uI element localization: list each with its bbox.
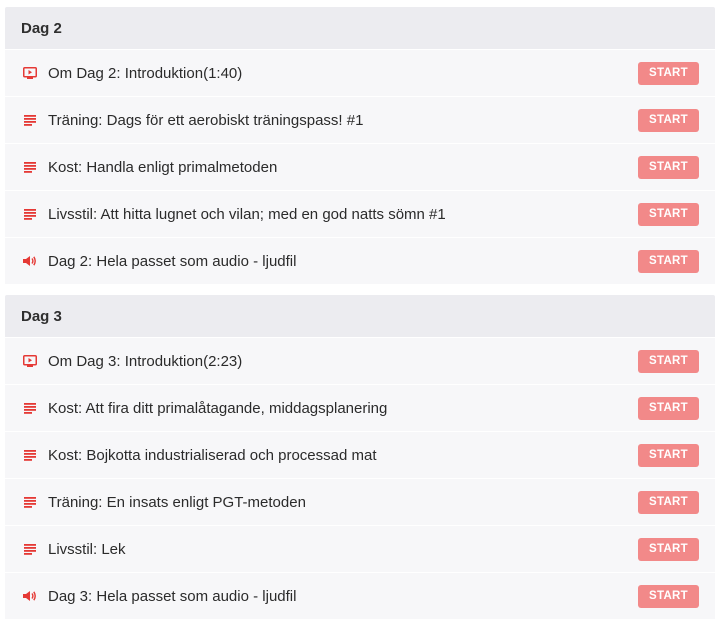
start-button[interactable]: START: [638, 249, 699, 273]
lesson-row[interactable]: Träning: En insats enligt PGT-metoden ST…: [5, 478, 715, 525]
text-lines-icon: [23, 401, 37, 415]
audio-icon: [23, 254, 37, 268]
lesson-title[interactable]: Kost: Bojkotta industrialiserad och proc…: [48, 447, 638, 464]
text-lines-icon: [23, 448, 37, 462]
section-title: Dag 2: [5, 7, 715, 49]
text-lines-icon: [23, 160, 37, 174]
lesson-title[interactable]: Livsstil: Att hitta lugnet och vilan; me…: [48, 206, 638, 223]
lesson-row[interactable]: Kost: Handla enligt primalmetoden START: [5, 143, 715, 190]
start-button[interactable]: START: [638, 61, 699, 85]
lesson-title[interactable]: Om Dag 3: Introduktion(2:23): [48, 353, 638, 370]
start-button[interactable]: START: [638, 202, 699, 226]
start-button[interactable]: START: [638, 490, 699, 514]
lesson-title[interactable]: Om Dag 2: Introduktion(1:40): [48, 65, 638, 82]
text-lines-icon: [23, 207, 37, 221]
start-button[interactable]: START: [638, 349, 699, 373]
start-button[interactable]: START: [638, 155, 699, 179]
lesson-title[interactable]: Livsstil: Lek: [48, 541, 638, 558]
lesson-row[interactable]: Träning: Dags för ett aerobiskt tränings…: [5, 96, 715, 143]
lesson-row[interactable]: Livsstil: Att hitta lugnet och vilan; me…: [5, 190, 715, 237]
start-button[interactable]: START: [638, 443, 699, 467]
lesson-title[interactable]: Kost: Handla enligt primalmetoden: [48, 159, 638, 176]
lesson-title[interactable]: Kost: Att fira ditt primalåtagande, midd…: [48, 400, 638, 417]
section-dag-2: Dag 2 Om Dag 2: Introduktion(1:40) START…: [5, 7, 715, 284]
lesson-row[interactable]: Kost: Att fira ditt primalåtagande, midd…: [5, 384, 715, 431]
lesson-row[interactable]: Livsstil: Lek START: [5, 525, 715, 572]
video-icon: [23, 354, 37, 368]
lesson-row[interactable]: Kost: Bojkotta industrialiserad och proc…: [5, 431, 715, 478]
section-dag-3: Dag 3 Om Dag 3: Introduktion(2:23) START…: [5, 295, 715, 619]
video-icon: [23, 66, 37, 80]
start-button[interactable]: START: [638, 537, 699, 561]
lesson-title[interactable]: Träning: En insats enligt PGT-metoden: [48, 494, 638, 511]
text-lines-icon: [23, 495, 37, 509]
lesson-row[interactable]: Dag 3: Hela passet som audio - ljudfil S…: [5, 572, 715, 619]
audio-icon: [23, 589, 37, 603]
text-lines-icon: [23, 113, 37, 127]
start-button[interactable]: START: [638, 396, 699, 420]
lesson-title[interactable]: Träning: Dags för ett aerobiskt tränings…: [48, 112, 638, 129]
lesson-row[interactable]: Om Dag 2: Introduktion(1:40) START: [5, 49, 715, 96]
start-button[interactable]: START: [638, 584, 699, 608]
lesson-row[interactable]: Om Dag 3: Introduktion(2:23) START: [5, 337, 715, 384]
section-title: Dag 3: [5, 295, 715, 337]
lesson-title[interactable]: Dag 2: Hela passet som audio - ljudfil: [48, 253, 638, 270]
text-lines-icon: [23, 542, 37, 556]
course-curriculum: Dag 2 Om Dag 2: Introduktion(1:40) START…: [0, 0, 721, 619]
start-button[interactable]: START: [638, 108, 699, 132]
lesson-row[interactable]: Dag 2: Hela passet som audio - ljudfil S…: [5, 237, 715, 284]
lesson-title[interactable]: Dag 3: Hela passet som audio - ljudfil: [48, 588, 638, 605]
